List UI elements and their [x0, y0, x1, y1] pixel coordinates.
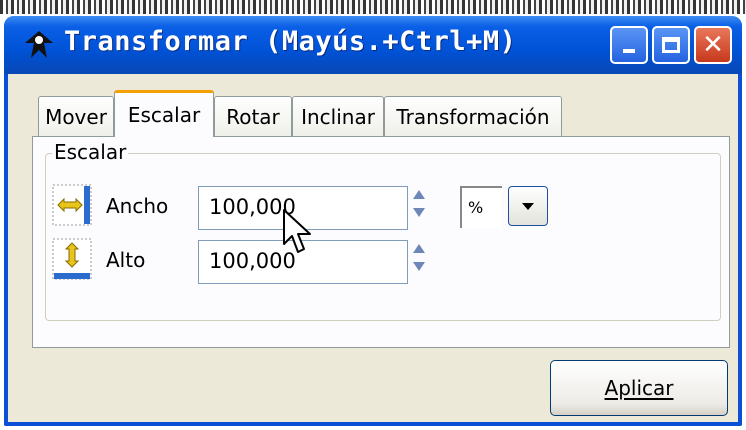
- height-spinner[interactable]: [412, 241, 426, 283]
- height-label: Alto: [106, 248, 146, 272]
- spin-up-icon: [413, 244, 425, 253]
- scale-height-icon: [52, 238, 92, 280]
- chevron-down-icon: [522, 202, 534, 210]
- tab-inclinar[interactable]: Inclinar: [292, 96, 384, 136]
- tab-mover[interactable]: Mover: [38, 96, 114, 136]
- width-label: Ancho: [106, 194, 169, 218]
- spin-down-icon: [413, 208, 425, 217]
- unit-value[interactable]: %: [460, 186, 502, 228]
- apply-button[interactable]: Aplicar: [550, 360, 728, 416]
- spin-down-icon: [413, 262, 425, 271]
- background-strip: [0, 0, 746, 14]
- transform-dialog: Transformar (Mayús.+Ctrl+M) ✕ Mover Esca…: [4, 16, 742, 426]
- scale-group: Escalar Ancho 100,000 % Alto 100,000: [45, 140, 721, 321]
- inkscape-app-icon: [25, 31, 53, 58]
- window-title: Transformar (Mayús.+Ctrl+M): [64, 26, 517, 57]
- close-icon: ✕: [702, 30, 724, 60]
- tab-escalar[interactable]: Escalar: [114, 90, 214, 137]
- maximize-button[interactable]: [652, 26, 690, 64]
- mouse-pointer-icon: [283, 209, 311, 253]
- scale-group-label: Escalar: [52, 140, 129, 164]
- width-spinner[interactable]: [412, 187, 426, 229]
- tab-rotar[interactable]: Rotar: [214, 96, 292, 136]
- maximize-icon: [662, 37, 680, 53]
- spin-up-icon: [413, 190, 425, 199]
- minimize-button[interactable]: [610, 26, 648, 64]
- close-button[interactable]: ✕: [694, 26, 732, 64]
- tab-panel-escalar: Escalar Ancho 100,000 % Alto 100,000: [32, 136, 730, 348]
- title-bar[interactable]: Transformar (Mayús.+Ctrl+M) ✕: [4, 16, 742, 74]
- minimize-icon: [623, 49, 635, 53]
- tab-transformacion[interactable]: Transformación: [384, 96, 562, 136]
- apply-button-label: Aplicar: [604, 376, 674, 400]
- scale-width-icon: [52, 184, 92, 226]
- unit-dropdown-button[interactable]: [508, 186, 548, 226]
